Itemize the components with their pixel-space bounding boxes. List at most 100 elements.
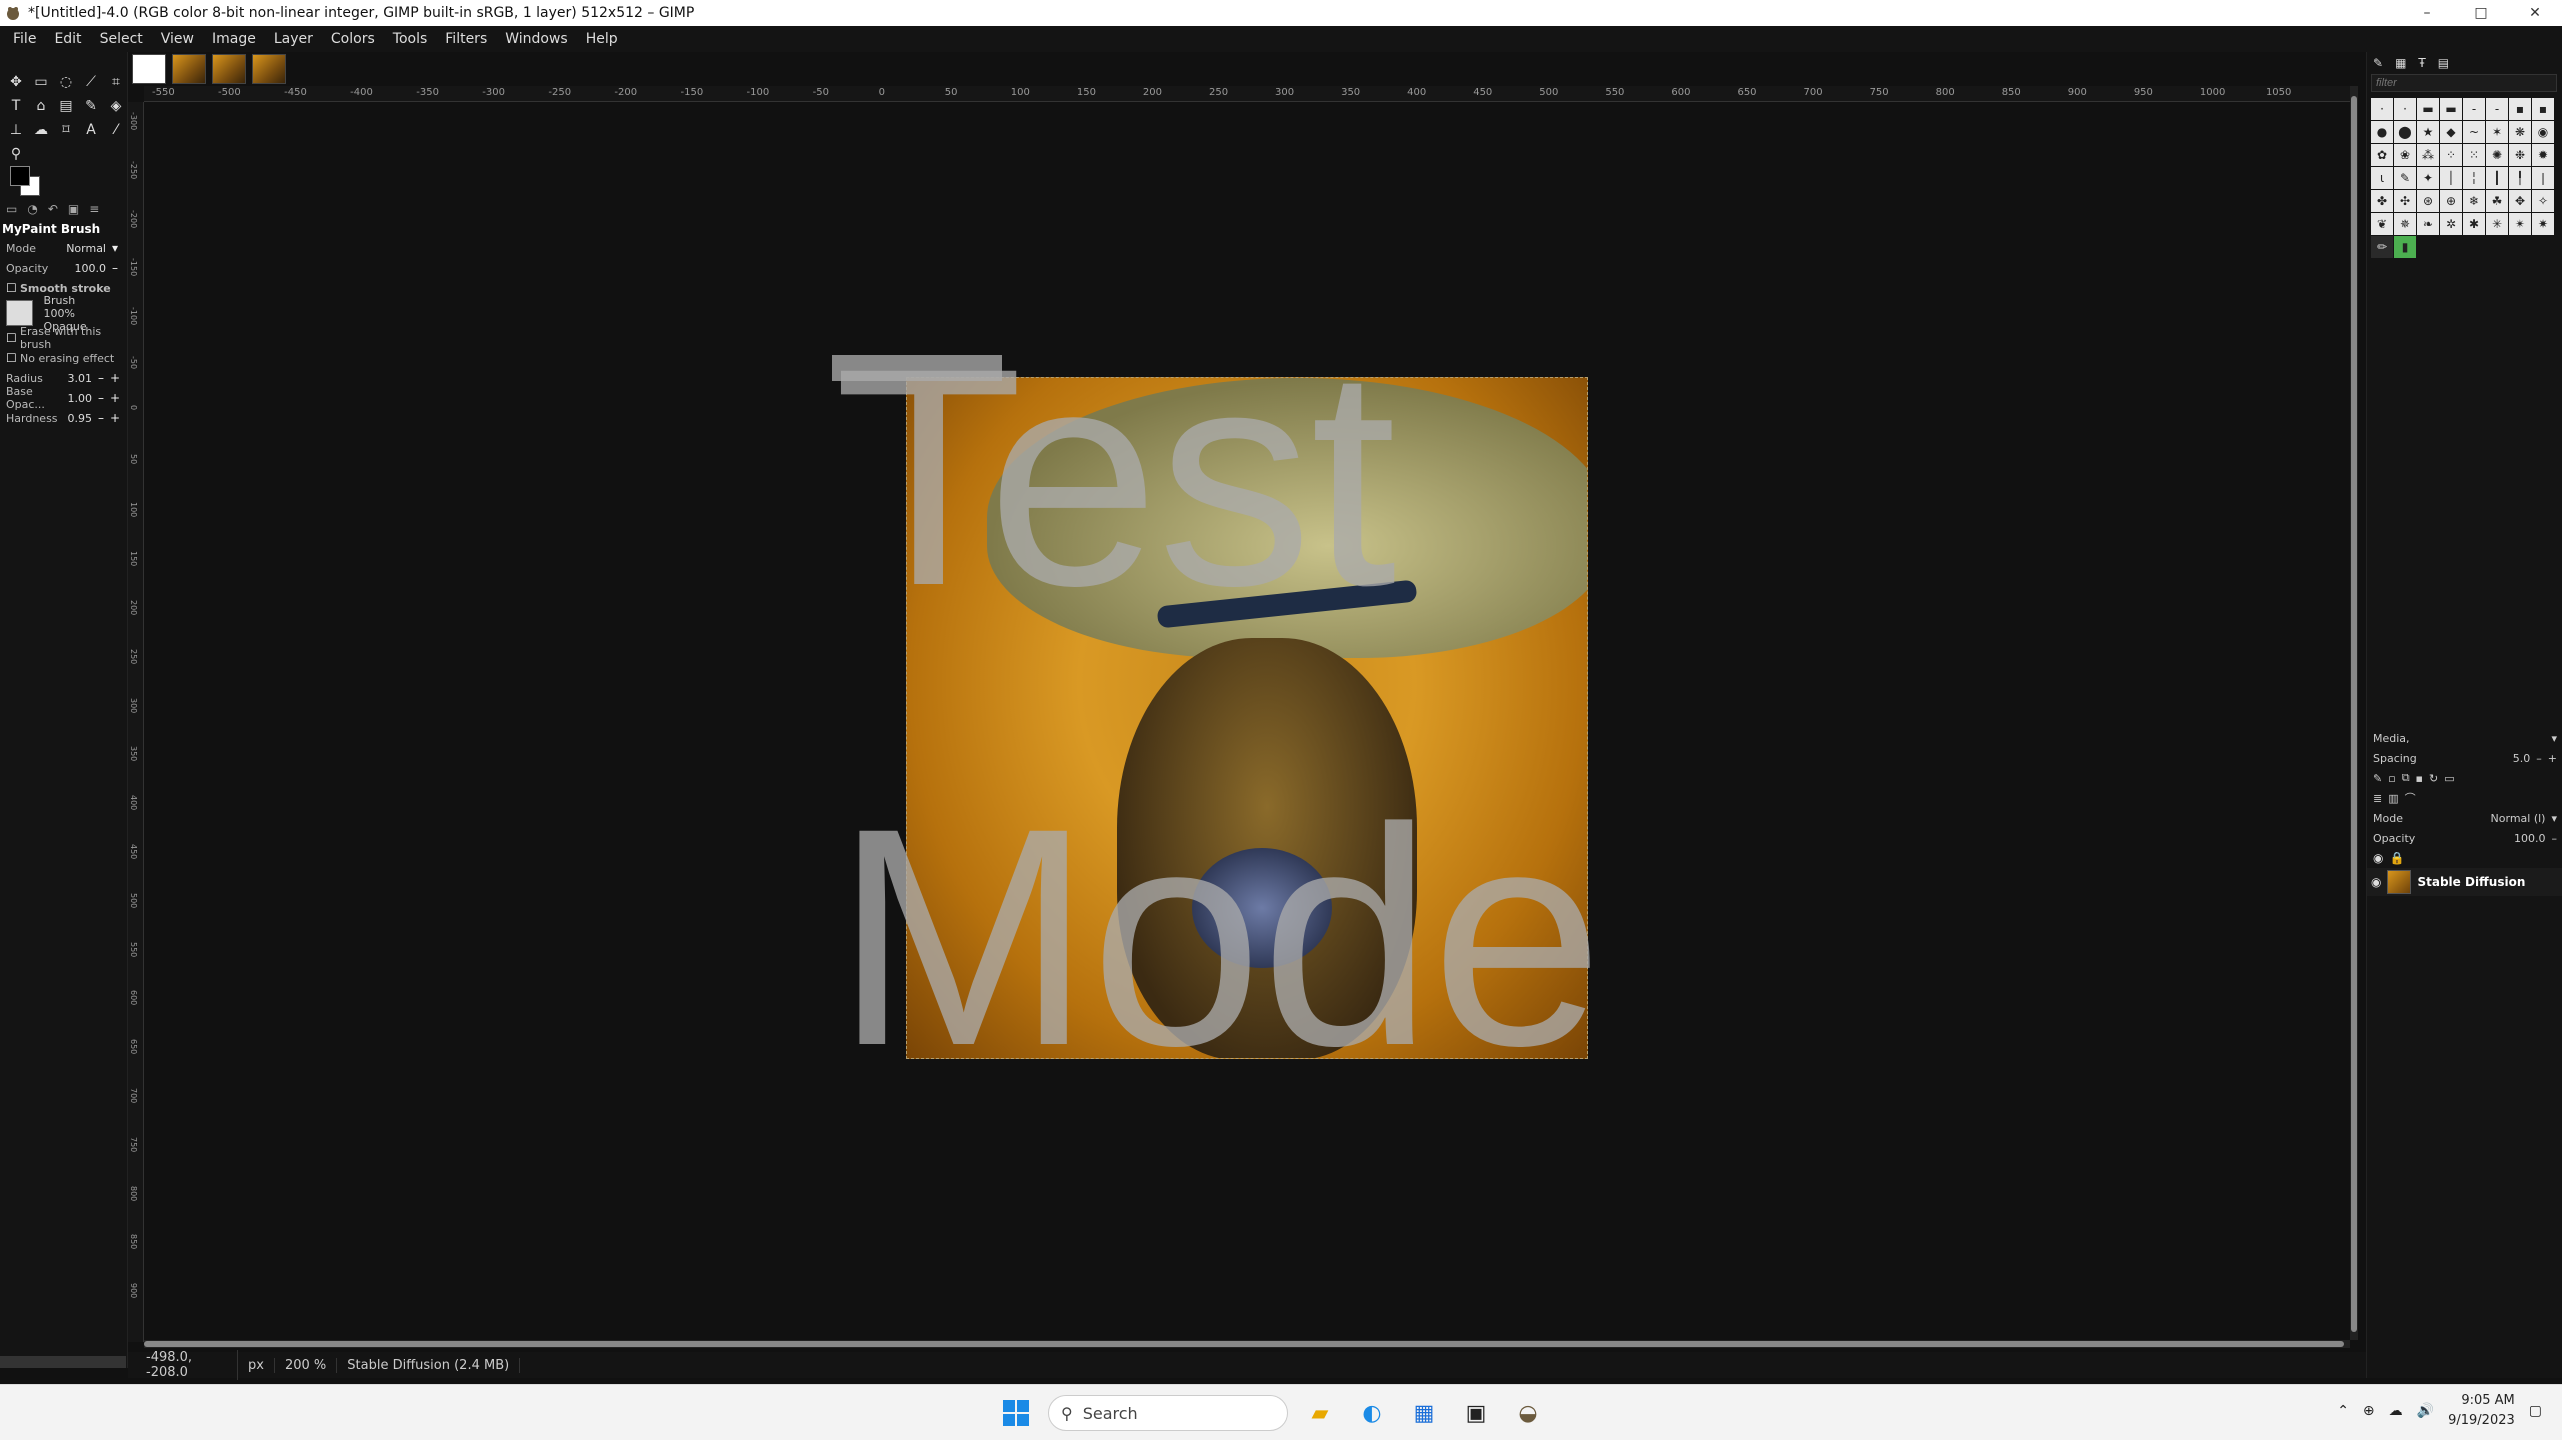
zoom-tool-icon[interactable]: ⚲ xyxy=(4,142,28,165)
terminal-icon[interactable]: ▣ xyxy=(1456,1393,1496,1433)
paths-tab-icon[interactable]: ⌒ xyxy=(2405,790,2416,806)
brush-item[interactable]: ▬ xyxy=(2417,98,2439,120)
scroll-thumb[interactable] xyxy=(144,1341,2344,1347)
menu-help[interactable]: Help xyxy=(577,31,627,47)
brush-item[interactable]: ▬ xyxy=(2440,98,2462,120)
brush-item[interactable]: ✤ xyxy=(2371,190,2393,212)
layers-tab-icon[interactable]: ≣ xyxy=(2373,792,2382,805)
fonts-tab-icon[interactable]: Ŧ xyxy=(2418,56,2425,70)
text-tool-icon[interactable]: A xyxy=(79,118,103,141)
brush-item[interactable]: ☘ xyxy=(2486,190,2508,212)
menu-image[interactable]: Image xyxy=(203,31,265,47)
minus-icon[interactable]: – xyxy=(2536,752,2542,765)
brush-item[interactable]: ✳ xyxy=(2486,213,2508,235)
minus-icon[interactable]: – xyxy=(96,391,106,405)
zoom-select[interactable]: 200 % xyxy=(275,1357,338,1373)
layer-row[interactable]: ◉ Stable Diffusion xyxy=(2367,868,2562,896)
minus-icon[interactable]: – xyxy=(2552,832,2558,845)
start-button[interactable] xyxy=(996,1393,1036,1433)
menu-file[interactable]: File xyxy=(4,31,45,47)
chevron-down-icon[interactable]: ▾ xyxy=(2551,812,2557,825)
no-erase-row[interactable]: ☐ No erasing effect xyxy=(0,348,126,368)
file-explorer-icon[interactable]: ▰ xyxy=(1300,1393,1340,1433)
mode-row[interactable]: Mode Normal ▾ xyxy=(0,238,126,258)
opacity-value[interactable]: 100.0 xyxy=(75,262,107,275)
images-tab-icon[interactable]: ▣ xyxy=(68,202,79,216)
brush-item[interactable]: · xyxy=(2394,98,2416,120)
chevron-up-icon[interactable]: ⌃ xyxy=(2337,1403,2349,1419)
brush-item[interactable]: │ xyxy=(2440,167,2462,189)
brush-item[interactable]: ❦ xyxy=(2371,213,2393,235)
brush-item[interactable]: ┃ xyxy=(2486,167,2508,189)
vertical-scrollbar[interactable] xyxy=(2350,86,2358,1340)
maximize-button[interactable]: □ xyxy=(2454,0,2508,26)
brush-item[interactable]: ◆ xyxy=(2440,121,2462,143)
menu-windows[interactable]: Windows xyxy=(496,31,577,47)
spacing-row[interactable]: Spacing 5.0 – + xyxy=(2367,748,2562,768)
cage-tool-icon[interactable]: ⌑ xyxy=(54,118,78,141)
brush-item[interactable]: - xyxy=(2486,98,2508,120)
checkbox-icon[interactable]: ☐ xyxy=(6,331,17,345)
brush-item[interactable]: ╎ xyxy=(2463,167,2485,189)
eraser-tool-icon[interactable]: ◈ xyxy=(104,94,128,117)
brush-item[interactable]: ⁙ xyxy=(2463,144,2485,166)
brush-item[interactable]: ✹ xyxy=(2532,144,2554,166)
warp-tool-icon[interactable]: ⌂ xyxy=(29,94,53,117)
menu-select[interactable]: Select xyxy=(91,31,152,47)
brush-item[interactable]: ⊕ xyxy=(2440,190,2462,212)
brush-row[interactable]: Brush 100% Opaque xyxy=(0,294,126,333)
brush-item[interactable]: ● xyxy=(2371,121,2393,143)
free-select-tool-icon[interactable]: ◌ xyxy=(54,70,78,93)
brush-item[interactable]: ✥ xyxy=(2509,190,2531,212)
brush-filter-input[interactable] xyxy=(2371,74,2557,92)
image-tab-thumbnail[interactable] xyxy=(252,54,286,84)
plus-icon[interactable]: + xyxy=(2548,752,2557,765)
plus-icon[interactable]: + xyxy=(110,391,120,405)
document-history-tab-icon[interactable]: ▤ xyxy=(2438,56,2449,70)
horizontal-scrollbar[interactable] xyxy=(144,1340,2350,1348)
brush-item[interactable]: ❀ xyxy=(2394,144,2416,166)
erase-row[interactable]: ☐ Erase with this brush xyxy=(0,325,126,351)
taskbar-search[interactable]: ⚲ Search xyxy=(1048,1395,1288,1431)
clone-tool-icon[interactable]: ⊥ xyxy=(4,118,28,141)
brushes-tab-icon[interactable]: ✎ xyxy=(2373,56,2383,70)
checkbox-icon[interactable]: ☐ xyxy=(6,281,17,295)
layer-name[interactable]: Stable Diffusion xyxy=(2417,875,2525,889)
brush-item[interactable]: ⊛ xyxy=(2417,190,2439,212)
base-opacity-value[interactable]: 1.00 xyxy=(68,392,93,405)
brush-item[interactable]: ✏ xyxy=(2371,236,2393,258)
image-tab-thumbnail[interactable] xyxy=(172,54,206,84)
bucket-fill-tool-icon[interactable]: ▤ xyxy=(54,94,78,117)
crop-tool-icon[interactable]: ⌗ xyxy=(104,70,128,93)
brush-item[interactable]: ✎ xyxy=(2394,167,2416,189)
overlay-text-test[interactable]: Test xyxy=(834,322,1397,632)
plus-icon[interactable]: + xyxy=(110,371,120,385)
edit-brush-icon[interactable]: ✎ xyxy=(2373,772,2382,785)
overlay-text-mode[interactable]: Mode xyxy=(834,782,1603,1092)
layer-mode-row[interactable]: Mode Normal (l) ▾ xyxy=(2367,808,2562,828)
brush-item[interactable]: ⬤ xyxy=(2394,121,2416,143)
foreground-color-swatch[interactable] xyxy=(10,166,30,186)
hardness-row[interactable]: Hardness 0.95 – + xyxy=(0,408,126,428)
image-tab-thumbnail[interactable] xyxy=(132,54,166,84)
brush-item[interactable]: ✱ xyxy=(2463,213,2485,235)
fg-bg-color-selector[interactable] xyxy=(8,164,42,198)
vertical-ruler[interactable]: -300 -250 -200 -150 -100 -50 0 50 100 150 200 250 30… xyxy=(128,102,144,1342)
brush-item[interactable]: · xyxy=(2371,98,2393,120)
brush-item[interactable]: ❉ xyxy=(2509,144,2531,166)
brush-item[interactable]: ⁘ xyxy=(2440,144,2462,166)
lock-position-icon[interactable]: 🔒 xyxy=(2389,851,2404,865)
minus-icon[interactable]: – xyxy=(96,411,106,425)
menu-tools[interactable]: Tools xyxy=(384,31,437,47)
brush-item[interactable]: ▪ xyxy=(2509,98,2531,120)
scroll-thumb[interactable] xyxy=(2351,96,2357,1332)
volume-icon[interactable]: 🔊 xyxy=(2417,1403,2434,1419)
network-icon[interactable]: ☁ xyxy=(2389,1403,2403,1419)
plus-icon[interactable]: + xyxy=(110,411,120,425)
brush-item[interactable]: ▮ xyxy=(2394,236,2416,258)
decrease-icon[interactable]: – xyxy=(110,261,120,275)
brush-item[interactable]: ✶ xyxy=(2486,121,2508,143)
horizontal-ruler[interactable]: -550 -500 -450 -400 -350 -300 -250 -200 -150 -100… xyxy=(144,86,2350,102)
rect-select-tool-icon[interactable]: ▭ xyxy=(29,70,53,93)
edge-browser-icon[interactable]: ◐ xyxy=(1352,1393,1392,1433)
